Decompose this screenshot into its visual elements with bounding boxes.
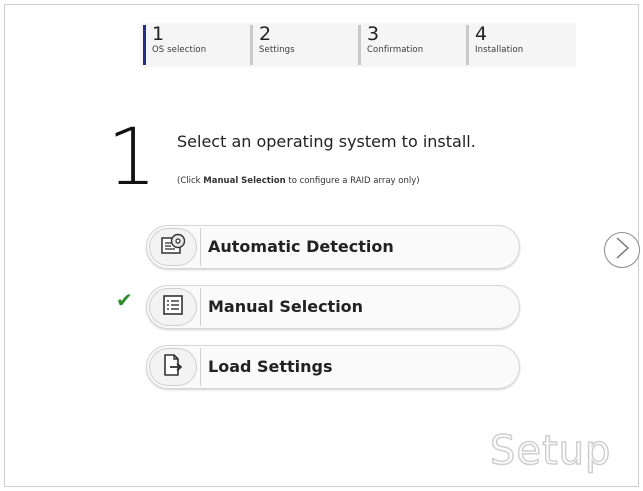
step-os-selection: 1 OS selection [143,25,206,65]
option-icon-box [149,228,197,266]
step-label: Installation [475,45,524,55]
option-divider [200,228,201,266]
hint-suffix: to configure a RAID array only) [285,176,420,186]
option-divider [200,348,201,386]
manual-selection-button[interactable]: Manual Selection [146,285,520,329]
selected-check-icon: ✔ [116,288,133,312]
hint-prefix: (Click [177,176,204,186]
load-settings-button[interactable]: Load Settings [146,345,520,389]
step-label: Confirmation [367,45,424,55]
list-icon [161,293,185,321]
option-label: Automatic Detection [208,237,394,256]
step-settings: 2 Settings [250,25,295,65]
step-installation: 4 Installation [466,25,523,65]
hint-bold: Manual Selection [203,176,286,186]
setup-watermark: Setup [489,427,612,475]
step-number: 2 [259,23,272,45]
step-number: 1 [152,23,165,45]
chevron-right-icon [612,236,632,264]
option-icon-box [149,348,197,386]
step-number: 3 [367,23,380,45]
next-button[interactable] [604,232,640,268]
step-confirmation: 3 Confirmation [358,25,423,65]
step-label: OS selection [152,45,207,55]
step-label: Settings [259,45,295,55]
option-divider [200,288,201,326]
disc-icon [160,233,186,261]
option-icon-box [149,288,197,326]
option-label: Manual Selection [208,297,364,316]
automatic-detection-button[interactable]: Automatic Detection [146,225,520,269]
current-step-number: 1 [107,113,157,203]
option-label: Load Settings [208,357,333,376]
instruction-text: Select an operating system to install. [177,132,476,151]
hint-text: (Click Manual Selection to configure a R… [177,176,420,186]
load-file-icon [161,353,185,381]
step-number: 4 [475,23,488,45]
